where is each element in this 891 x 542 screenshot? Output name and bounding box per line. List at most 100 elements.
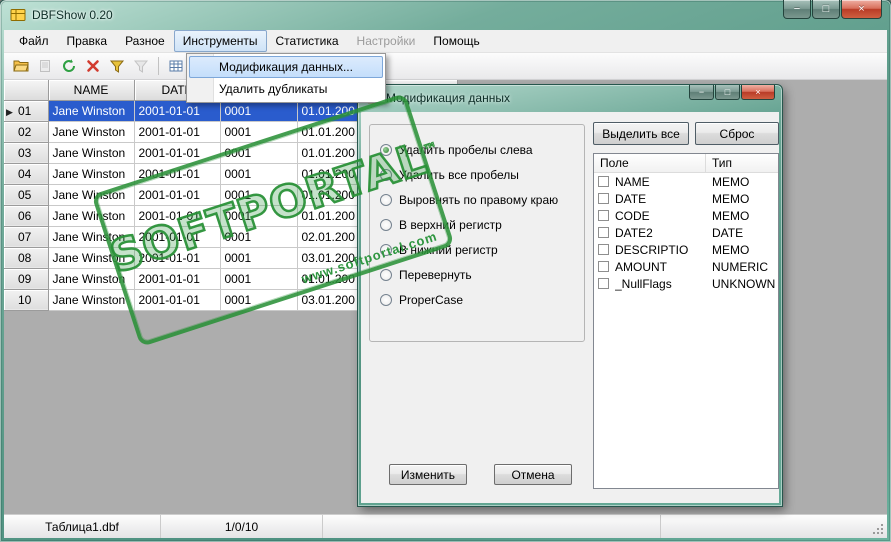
menu-edit[interactable]: Правка (58, 30, 117, 52)
cell-code[interactable]: 0001 (220, 100, 298, 122)
option-trim-all[interactable]: Удалить все пробелы (370, 162, 584, 187)
option-trim-left[interactable]: Удалить пробелы слева (370, 137, 584, 162)
row-header[interactable]: 08 (4, 247, 49, 269)
list-item[interactable]: DATE MEMO (594, 190, 778, 207)
cell-code[interactable]: 0001 (220, 205, 298, 227)
checkbox-icon[interactable] (598, 176, 609, 187)
column-header-type[interactable]: Тип (706, 154, 778, 172)
dialog-close-button[interactable]: × (741, 85, 775, 100)
row-header[interactable]: 06 (4, 205, 49, 227)
cell-date[interactable]: 2001-01-01 (134, 142, 221, 164)
cell-date[interactable]: 2001-01-01 (134, 289, 221, 311)
cell-code[interactable]: 0001 (220, 226, 298, 248)
option-label: ProperCase (399, 292, 464, 307)
row-header[interactable]: ▶ 01 (4, 100, 49, 122)
list-item[interactable]: DATE2 DATE (594, 224, 778, 241)
checkbox-icon[interactable] (598, 193, 609, 204)
select-all-button[interactable]: Выделить все (593, 122, 689, 145)
list-item[interactable]: NAME MEMO (594, 173, 778, 190)
column-header-field[interactable]: Поле (594, 154, 706, 172)
cell-name[interactable]: Jane Winston (48, 163, 135, 185)
menu-bar: Файл Правка Разное Инструменты Статистик… (4, 30, 887, 53)
export-button[interactable] (33, 55, 56, 77)
checkbox-icon[interactable] (598, 261, 609, 272)
row-header[interactable]: 03 (4, 142, 49, 164)
cancel-button[interactable]: Отмена (494, 464, 572, 485)
checkbox-icon[interactable] (598, 278, 609, 289)
cell-name[interactable]: Jane Winston (48, 289, 135, 311)
delete-button[interactable] (81, 55, 104, 77)
close-button[interactable]: × (841, 0, 882, 19)
row-header[interactable]: 07 (4, 226, 49, 248)
list-item[interactable]: _NullFlags UNKNOWN (594, 275, 778, 292)
cell-code[interactable]: 0001 (220, 184, 298, 206)
status-spacer (323, 515, 661, 538)
option-uppercase[interactable]: В верхний регистр (370, 212, 584, 237)
list-item[interactable]: CODE MEMO (594, 207, 778, 224)
field-type: MEMO (712, 174, 750, 189)
status-filename: Таблица1.dbf (4, 515, 161, 538)
menu-help[interactable]: Помощь (424, 30, 488, 52)
cell-date[interactable]: 2001-01-01 (134, 163, 221, 185)
table-structure-button[interactable] (164, 55, 187, 77)
cell-name[interactable]: Jane Winston (48, 226, 135, 248)
close-icon: × (858, 3, 865, 15)
row-header[interactable]: 09 (4, 268, 49, 290)
row-header[interactable]: 04 (4, 163, 49, 185)
cell-code[interactable]: 0001 (220, 268, 298, 290)
menu-statistics[interactable]: Статистика (267, 30, 348, 52)
cell-date[interactable]: 2001-01-01 (134, 121, 221, 143)
field-name: DATE2 (615, 225, 653, 240)
row-header[interactable]: 02 (4, 121, 49, 143)
checkbox-icon[interactable] (598, 210, 609, 221)
dialog-minimize-button[interactable]: − (689, 85, 714, 100)
cell-date[interactable]: 2001-01-01 (134, 268, 221, 290)
cell-code[interactable]: 0001 (220, 142, 298, 164)
cell-date[interactable]: 2001-01-01 (134, 205, 221, 227)
cell-code[interactable]: 0001 (220, 247, 298, 269)
menu-misc[interactable]: Разное (116, 30, 174, 52)
cell-code[interactable]: 0001 (220, 121, 298, 143)
dialog-maximize-button[interactable]: □ (715, 85, 740, 100)
refresh-button[interactable] (57, 55, 80, 77)
option-align-right[interactable]: Выровнять по правому краю (370, 187, 584, 212)
cell-date[interactable]: 2001-01-01 (134, 226, 221, 248)
row-header[interactable]: 10 (4, 289, 49, 311)
maximize-button[interactable]: □ (812, 0, 840, 19)
cell-name[interactable]: Jane Winston (48, 100, 135, 122)
minimize-button[interactable]: − (783, 0, 811, 19)
menu-file[interactable]: Файл (10, 30, 58, 52)
filter-clear-button[interactable] (129, 55, 152, 77)
checkbox-icon[interactable] (598, 227, 609, 238)
row-header[interactable]: 05 (4, 184, 49, 206)
cell-name[interactable]: Jane Winston (48, 247, 135, 269)
column-header-name[interactable]: NAME (48, 80, 135, 101)
open-file-button[interactable] (9, 55, 32, 77)
menu-settings[interactable]: Настройки (348, 30, 425, 52)
menu-tools[interactable]: Инструменты (173, 30, 267, 52)
option-label: Выровнять по правому краю (399, 192, 559, 207)
option-propercase[interactable]: ProperCase (370, 287, 584, 312)
cell-date[interactable]: 2001-01-01 (134, 100, 221, 122)
filter-button[interactable] (105, 55, 128, 77)
list-item[interactable]: AMOUNT NUMERIC (594, 258, 778, 275)
cell-name[interactable]: Jane Winston (48, 268, 135, 290)
cell-name[interactable]: Jane Winston (48, 121, 135, 143)
column-header-marker[interactable] (4, 80, 49, 101)
cell-date[interactable]: 2001-01-01 (134, 184, 221, 206)
cell-code[interactable]: 0001 (220, 289, 298, 311)
option-lowercase[interactable]: В нижний регистр (370, 237, 584, 262)
option-reverse[interactable]: Перевернуть (370, 262, 584, 287)
menu-item-data-modification[interactable]: Модификация данных... (189, 56, 383, 78)
checkbox-icon[interactable] (598, 244, 609, 255)
cell-code[interactable]: 0001 (220, 163, 298, 185)
cell-name[interactable]: Jane Winston (48, 205, 135, 227)
list-item[interactable]: DESCRIPTIO MEMO (594, 241, 778, 258)
cell-name[interactable]: Jane Winston (48, 184, 135, 206)
cell-name[interactable]: Jane Winston (48, 142, 135, 164)
reset-button[interactable]: Сброс (695, 122, 779, 145)
apply-button[interactable]: Изменить (389, 464, 467, 485)
cell-date[interactable]: 2001-01-01 (134, 247, 221, 269)
resize-grip[interactable] (872, 523, 885, 536)
menu-item-remove-duplicates[interactable]: Удалить дубликаты (189, 78, 383, 100)
